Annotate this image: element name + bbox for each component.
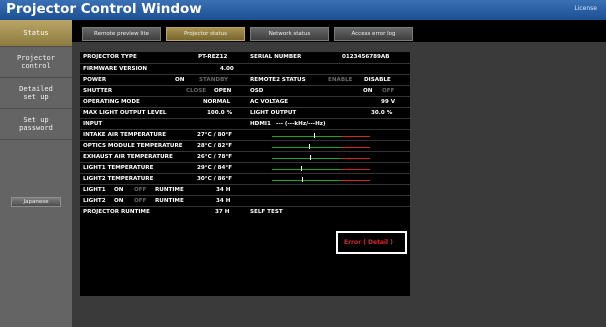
projector-runtime-value: 37 H (215, 209, 230, 215)
self-test-label: SELF TEST (250, 209, 283, 215)
row-exhaust-air-temperature: EXHAUST AIR TEMPERATURE 26°C / 78°F (80, 151, 410, 162)
sidebar-item-projector-control[interactable]: Projector control (0, 47, 72, 78)
shutter-close: CLOSE (186, 88, 207, 94)
light-output-label: LIGHT OUTPUT (250, 110, 297, 116)
light1-temperature-gauge (272, 166, 370, 171)
intake-air-temperature-value: 27°C / 80°F (197, 132, 233, 138)
light2-runtime-value: 34 H (216, 198, 231, 204)
row-optics-module-temperature: OPTICS MODULE TEMPERATURE 28°C / 82°F (80, 140, 410, 151)
sidebar: Status Projector control Detailed set up… (0, 20, 72, 327)
ac-voltage-label: AC VOLTAGE (250, 99, 289, 105)
tab-remote-preview-lite[interactable]: Remote preview lite (82, 27, 161, 41)
projector-type-label: PROJECTOR TYPE (83, 54, 137, 60)
app-title: Projector Control Window (6, 1, 202, 17)
status-table: PROJECTOR TYPE PT-REZ12 SERIAL NUMBER 01… (80, 52, 410, 296)
serial-number-value: 0123456789AB (342, 54, 390, 60)
remote2-disable: DISABLE (364, 77, 391, 83)
optics-module-temperature-gauge (272, 144, 370, 149)
light2-temperature-gauge (272, 177, 370, 182)
row-power: POWER ON STANDBY REMOTE2 STATUS ENABLE D… (80, 74, 410, 85)
shutter-open: OPEN (214, 88, 232, 94)
row-operating-mode: OPERATING MODE NORMAL AC VOLTAGE 99 V (80, 96, 410, 107)
power-on: ON (175, 77, 185, 83)
osd-on: ON (363, 88, 373, 94)
firmware-version-value: 4.00 (220, 66, 234, 72)
power-label: POWER (83, 77, 107, 83)
max-light-output-level-value: 100.0 % (207, 110, 233, 116)
osd-label: OSD (250, 88, 264, 94)
light2-label: LIGHT2 (83, 198, 106, 204)
sidebar-item-set-up-password[interactable]: Set up password (0, 109, 72, 140)
light1-runtime-label: RUNTIME (155, 187, 184, 193)
projector-type-value: PT-REZ12 (198, 54, 228, 60)
tab-network-status[interactable]: Network status (250, 27, 329, 41)
light2-temperature-marker (302, 177, 303, 182)
input-signal: --- (---kHz/---Hz) (276, 121, 326, 127)
light2-runtime-label: RUNTIME (155, 198, 184, 204)
tab-bar: Remote preview lite Projector status Net… (72, 20, 606, 42)
optics-module-temperature-label: OPTICS MODULE TEMPERATURE (83, 143, 183, 149)
light2-temperature-label: LIGHT2 TEMPERATURE (83, 176, 154, 182)
optics-module-temperature-marker (309, 144, 310, 149)
shutter-label: SHUTTER (83, 88, 113, 94)
row-firmware-version: FIRMWARE VERSION 4.00 (80, 63, 410, 74)
input-label: INPUT (83, 121, 103, 127)
light-output-value: 30.0 % (371, 110, 393, 116)
optics-module-temperature-value: 28°C / 82°F (197, 143, 233, 149)
self-test-error-detail-link[interactable]: Error ( Detail ) (344, 239, 393, 246)
language-button[interactable]: Japanese (11, 197, 61, 207)
firmware-version-label: FIRMWARE VERSION (83, 66, 148, 72)
intake-air-temperature-marker (314, 133, 315, 138)
row-light1-temperature: LIGHT1 TEMPERATURE 29°C / 84°F (80, 162, 410, 173)
light1-on: ON (114, 187, 124, 193)
license-link[interactable]: License (574, 5, 597, 12)
input-value: HDMI1 (250, 121, 271, 127)
row-input: INPUT HDMI1 --- (---kHz/---Hz) (80, 118, 410, 129)
ac-voltage-value: 99 V (381, 99, 396, 105)
light1-temperature-marker (301, 166, 302, 171)
sidebar-item-detailed-set-up[interactable]: Detailed set up (0, 78, 72, 109)
power-standby: STANDBY (199, 77, 229, 83)
self-test-highlight: Error ( Detail ) (336, 231, 407, 254)
light1-temperature-label: LIGHT1 TEMPERATURE (83, 165, 154, 171)
tab-access-error-log[interactable]: Access error log (334, 27, 413, 41)
max-light-output-level-label: MAX LIGHT OUTPUT LEVEL (83, 110, 167, 116)
exhaust-air-temperature-gauge (272, 155, 370, 160)
main-panel: PROJECTOR TYPE PT-REZ12 SERIAL NUMBER 01… (72, 42, 606, 327)
light2-off: OFF (134, 198, 147, 204)
osd-off: OFF (382, 88, 395, 94)
light2-temperature-value: 30°C / 86°F (197, 176, 233, 182)
remote2-enable: ENABLE (328, 77, 353, 83)
light1-label: LIGHT1 (83, 187, 106, 193)
row-intake-air-temperature: INTAKE AIR TEMPERATURE 27°C / 80°F (80, 129, 410, 140)
serial-number-label: SERIAL NUMBER (250, 54, 302, 60)
light1-off: OFF (134, 187, 147, 193)
row-light2-temperature: LIGHT2 TEMPERATURE 30°C / 86°F (80, 173, 410, 184)
light1-runtime-value: 34 H (216, 187, 231, 193)
row-light-output: MAX LIGHT OUTPUT LEVEL 100.0 % LIGHT OUT… (80, 107, 410, 118)
remote2-status-label: REMOTE2 STATUS (250, 77, 306, 83)
light2-on: ON (114, 198, 124, 204)
row-light2: LIGHT2 ON OFF RUNTIME 34 H (80, 195, 410, 206)
tab-projector-status[interactable]: Projector status (166, 27, 245, 41)
row-projector-type: PROJECTOR TYPE PT-REZ12 SERIAL NUMBER 01… (80, 52, 410, 63)
row-projector-runtime: PROJECTOR RUNTIME 37 H SELF TEST (80, 206, 410, 217)
exhaust-air-temperature-marker (310, 155, 311, 160)
exhaust-air-temperature-label: EXHAUST AIR TEMPERATURE (83, 154, 173, 160)
intake-air-temperature-gauge (272, 133, 370, 138)
exhaust-air-temperature-value: 26°C / 78°F (197, 154, 233, 160)
sidebar-item-status[interactable]: Status (0, 20, 72, 47)
light1-temperature-value: 29°C / 84°F (197, 165, 233, 171)
title-bar: Projector Control Window License (0, 0, 606, 20)
row-light1: LIGHT1 ON OFF RUNTIME 34 H (80, 184, 410, 195)
operating-mode-label: OPERATING MODE (83, 99, 140, 105)
operating-mode-value: NORMAL (203, 99, 231, 105)
projector-runtime-label: PROJECTOR RUNTIME (83, 209, 150, 215)
row-shutter: SHUTTER CLOSE OPEN OSD ON OFF (80, 85, 410, 96)
intake-air-temperature-label: INTAKE AIR TEMPERATURE (83, 132, 167, 138)
